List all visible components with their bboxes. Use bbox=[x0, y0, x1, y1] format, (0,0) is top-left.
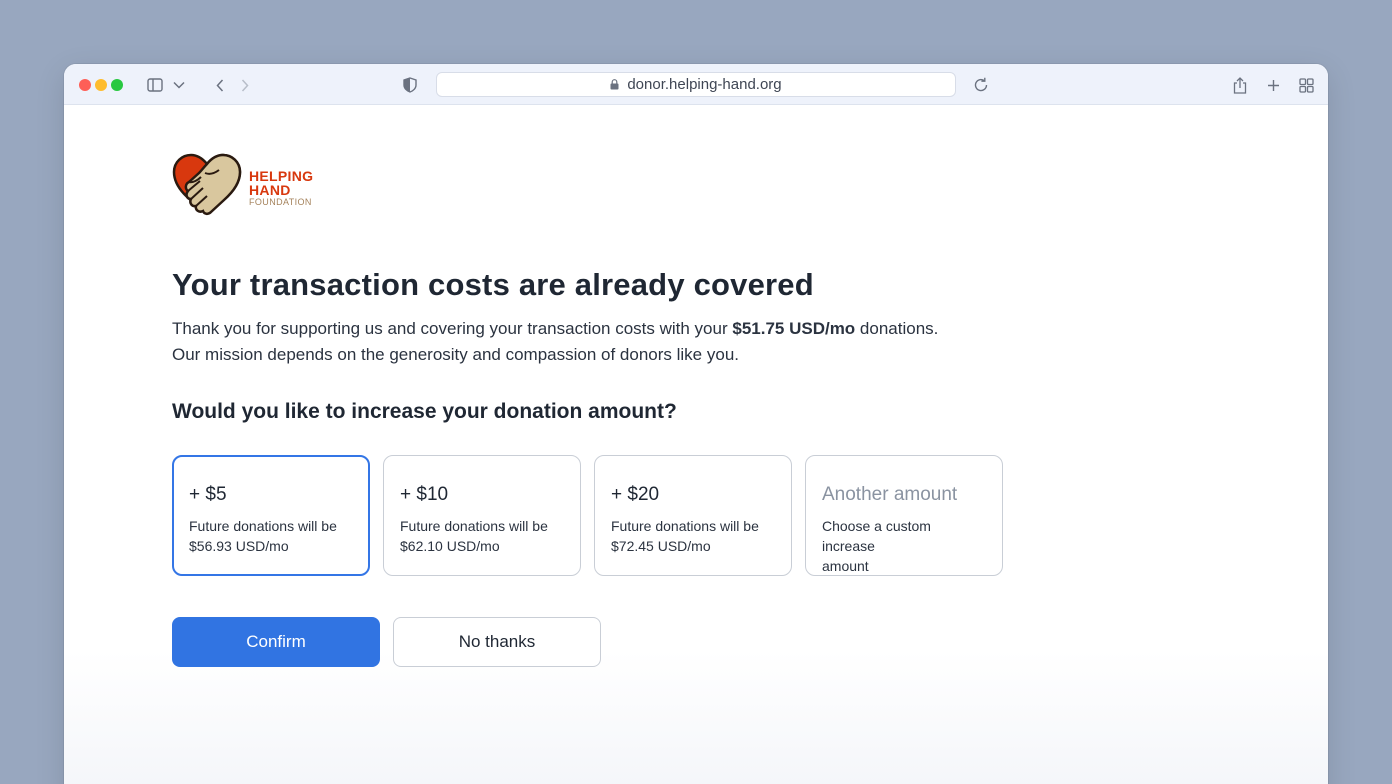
intro-line-2: Our mission depends on the generosity an… bbox=[172, 345, 739, 364]
helping-hand-logo[interactable]: HELPING HAND FOUNDATION bbox=[171, 153, 313, 222]
intro-text-start: Thank you for supporting us and covering… bbox=[172, 319, 733, 338]
confirm-button[interactable]: Confirm bbox=[172, 617, 380, 667]
forward-icon[interactable] bbox=[237, 74, 253, 96]
option-desc-line: Future donations will be bbox=[400, 518, 548, 534]
reload-icon[interactable] bbox=[972, 74, 990, 96]
option-new-amount: $56.93 USD/mo bbox=[189, 538, 289, 554]
option-title: + $5 bbox=[189, 484, 227, 505]
increase-question: Would you like to increase your donation… bbox=[172, 400, 677, 423]
maximize-window-button[interactable] bbox=[111, 79, 123, 91]
close-window-button[interactable] bbox=[79, 79, 91, 91]
shield-icon[interactable] bbox=[402, 74, 418, 96]
increase-options: + $5 Future donations will be $56.93 USD… bbox=[172, 455, 1003, 576]
new-tab-icon[interactable] bbox=[1265, 74, 1281, 96]
chevron-down-icon[interactable] bbox=[170, 74, 188, 96]
minimize-window-button[interactable] bbox=[95, 79, 107, 91]
option-title: Another amount bbox=[822, 484, 958, 505]
browser-toolbar: donor.helping-hand.org bbox=[64, 64, 1328, 105]
logo-line-foundation: FOUNDATION bbox=[249, 196, 312, 207]
option-another-amount[interactable]: Another amount Choose a custom increase … bbox=[805, 455, 1003, 576]
intro-text-end: donations. bbox=[855, 319, 939, 338]
option-title: + $10 bbox=[400, 484, 449, 505]
action-buttons: Confirm No thanks bbox=[172, 617, 601, 667]
option-plus-10[interactable]: + $10 Future donations will be $62.10 US… bbox=[383, 455, 581, 576]
current-donation-amount: $51.75 USD/mo bbox=[732, 319, 856, 338]
option-desc-line: Future donations will be bbox=[611, 518, 759, 534]
option-desc-line: amount bbox=[822, 558, 869, 574]
option-new-amount: $72.45 USD/mo bbox=[611, 538, 711, 554]
option-plus-20[interactable]: + $20 Future donations will be $72.45 US… bbox=[594, 455, 792, 576]
option-title: + $20 bbox=[611, 484, 660, 505]
intro-text: Thank you for supporting us and covering… bbox=[172, 316, 938, 368]
tab-overview-icon[interactable] bbox=[1298, 74, 1314, 96]
browser-window: donor.helping-hand.org HELPING HAND FOUN… bbox=[64, 64, 1328, 784]
option-new-amount: $62.10 USD/mo bbox=[400, 538, 500, 554]
address-bar[interactable]: donor.helping-hand.org bbox=[436, 72, 956, 97]
intro-line-1: Thank you for supporting us and covering… bbox=[172, 316, 938, 342]
page-content: HELPING HAND FOUNDATION Your transaction… bbox=[64, 105, 1328, 784]
option-description: Future donations will be $56.93 USD/mo bbox=[189, 516, 353, 556]
heart-hand-logo-icon bbox=[171, 153, 243, 222]
url-text: donor.helping-hand.org bbox=[627, 76, 782, 93]
logo-line-helping: HELPING bbox=[249, 167, 314, 184]
option-desc-line: Future donations will be bbox=[189, 518, 337, 534]
no-thanks-button[interactable]: No thanks bbox=[393, 617, 601, 667]
lock-icon bbox=[610, 79, 619, 90]
option-desc-line: Choose a custom increase bbox=[822, 518, 931, 554]
sidebar-toggle-icon[interactable] bbox=[146, 74, 164, 96]
option-description: Future donations will be $62.10 USD/mo bbox=[400, 516, 564, 556]
logo-line-hand: HAND bbox=[249, 181, 291, 198]
option-description: Choose a custom increase amount bbox=[822, 516, 986, 576]
share-icon[interactable] bbox=[1231, 74, 1249, 96]
back-icon[interactable] bbox=[212, 74, 228, 96]
option-description: Future donations will be $72.45 USD/mo bbox=[611, 516, 775, 556]
option-plus-5[interactable]: + $5 Future donations will be $56.93 USD… bbox=[172, 455, 370, 576]
page-title: Your transaction costs are already cover… bbox=[172, 267, 814, 302]
logo-wordmark: HELPING HAND FOUNDATION bbox=[249, 169, 313, 207]
